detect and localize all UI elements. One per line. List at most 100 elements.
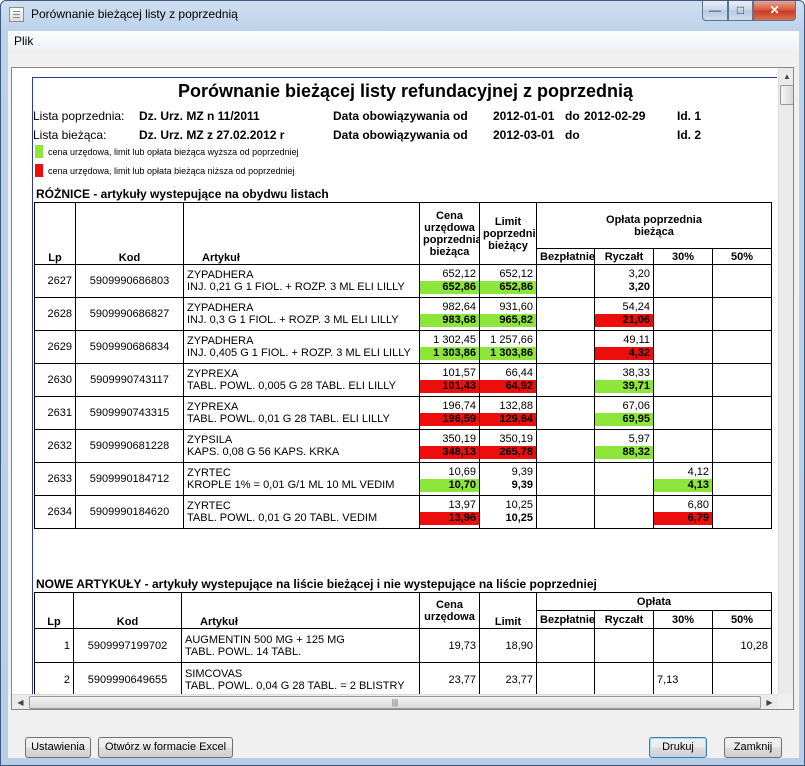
limit-cell: 18,90 <box>479 628 537 663</box>
client-area: Porównanie bieżącej listy refundacyjnej … <box>8 50 799 758</box>
lp-cell: 2631 <box>34 396 76 430</box>
cena-cell: 13,97 13,96 <box>419 495 480 529</box>
prev-list-id: Id. 1 <box>677 109 702 123</box>
p30-cell: 6,80 6,79 <box>653 495 713 529</box>
cena-cell: 652,12 652,86 <box>419 264 480 298</box>
p50-cell <box>711 462 773 496</box>
new-col-bezplatnie: Bezpłatnie <box>536 610 595 629</box>
limit-cell: 132,88 129,84 <box>479 396 537 430</box>
artykul-cell: ZYPREXA TABL. POWL. 0,01 G 28 TABL. ELI L… <box>183 396 420 430</box>
limit-curr: 1 303,86 <box>480 347 536 360</box>
cena-cell: 19,73 <box>419 628 480 663</box>
horizontal-scrollbar[interactable]: ◀ ||| ▶ <box>12 694 778 709</box>
ryczalt-prev: 38,33 <box>622 367 650 379</box>
p50-cell <box>711 396 773 430</box>
vertical-scroll-thumb[interactable] <box>780 85 793 105</box>
scrollbar-corner <box>778 694 793 709</box>
report-viewer[interactable]: Porównanie bieżącej listy refundacyjnej … <box>11 67 794 710</box>
table-row: 2632 5909990681228 ZYPSILA KAPS. 0,08 G 56 … <box>34 429 773 463</box>
artykul-cell: ZYPREXA TABL. POWL. 0,005 G 28 TABL. ELI … <box>183 363 420 397</box>
ryczalt-curr: 21,06 <box>595 314 653 327</box>
new-col-cena: Cena urzędowa <box>419 592 480 629</box>
prev-validity-label: Data obowiązywania od <box>333 109 468 123</box>
article-name: ZYPADHERA <box>187 269 254 281</box>
bezplatnie-cell <box>536 264 595 298</box>
lp-cell: 2628 <box>34 297 76 331</box>
cena-prev: 10,69 <box>448 466 476 478</box>
artykul-cell: ZYPADHERA INJ. 0,405 G 1 FIOL. + ROZP. 3 … <box>183 330 420 364</box>
vertical-scrollbar[interactable]: ▲ <box>778 68 793 694</box>
close-window-button[interactable]: ✕ <box>753 1 796 21</box>
print-button[interactable]: Drukuj <box>649 737 707 758</box>
article-name: ZYPREXA <box>187 368 239 380</box>
minimize-button[interactable]: — <box>702 1 728 21</box>
new-col-oplata: Opłata <box>535 592 773 611</box>
bezplatnie-cell <box>536 297 595 331</box>
diff-section-title: RÓŻNICE - artykuły wystepujące na obydwu… <box>36 187 329 201</box>
menu-file[interactable]: Plik <box>14 34 33 48</box>
settings-button[interactable]: Ustawienia <box>25 737 91 758</box>
cena-prev: 13,97 <box>448 499 476 511</box>
ryczalt-cell <box>594 495 654 529</box>
p50-cell <box>711 363 773 397</box>
limit-cell: 652,12 652,86 <box>479 264 537 298</box>
cena-prev: 652,12 <box>442 268 476 280</box>
prev-list-name: Dz. Urz. MZ n 11/2011 <box>139 109 260 123</box>
ryczalt-cell: 54,24 21,06 <box>594 297 654 331</box>
limit-curr: 9,39 <box>511 479 533 491</box>
horizontal-scroll-thumb[interactable]: ||| <box>29 696 761 709</box>
legend-higher-swatch <box>35 145 43 158</box>
curr-valid-from: 2012-03-01 <box>493 128 555 142</box>
p50-cell: 10,28 <box>711 628 773 663</box>
limit-curr: 265,78 <box>480 446 536 459</box>
kod-cell: 5909990686834 <box>75 330 184 364</box>
artykul-cell: SIMCOVAS TABL. POWL. 0,04 G 28 TABL. = 2 … <box>181 662 420 697</box>
limit-prev: 350,19 <box>499 433 533 445</box>
cena-cell: 101,57 101,43 <box>419 363 480 397</box>
legend-lower-text: cena urzędowa, limit lub opłata bieżąca … <box>48 166 295 176</box>
open-excel-button[interactable]: Otwórz w formacie Excel <box>98 737 233 758</box>
limit-cell: 1 257,66 1 303,86 <box>479 330 537 364</box>
prev-valid-from: 2012-01-01 <box>493 109 555 123</box>
scroll-up-icon[interactable]: ▲ <box>779 68 793 85</box>
lp-cell: 2 <box>34 662 74 697</box>
p50-cell <box>711 297 773 331</box>
bezplatnie-cell <box>536 363 595 397</box>
table-row: 2631 5909990743315 ZYPREXA TABL. POWL. 0,01… <box>34 396 773 430</box>
cena-cell: 1 302,45 1 303,86 <box>419 330 480 364</box>
ryczalt-prev: 3,20 <box>628 268 650 280</box>
cena-cell: 23,77 <box>419 662 480 697</box>
report-title: Porównanie bieżącej listy refundacyjnej … <box>177 81 634 101</box>
article-desc: TABL. POWL. 0,01 G 20 TABL. VEDIM <box>187 512 378 524</box>
cena-cell: 196,74 196,59 <box>419 396 480 430</box>
table-row: 2628 5909990686827 ZYPADHERA INJ. 0,3 G 1 F… <box>34 297 773 331</box>
kod-cell: 5909990184620 <box>75 495 184 529</box>
scroll-right-icon[interactable]: ▶ <box>761 695 778 709</box>
cena-prev: 350,19 <box>442 433 476 445</box>
maximize-button[interactable]: □ <box>728 1 753 21</box>
artykul-cell: ZYPADHERA INJ. 0,21 G 1 FIOL. + ROZP. 3 M… <box>183 264 420 298</box>
ryczalt-prev: 67,06 <box>622 400 650 412</box>
limit-cell: 23,77 <box>479 662 537 697</box>
close-button[interactable]: Zamknij <box>724 737 782 758</box>
cena-curr: 196,59 <box>420 413 479 426</box>
scroll-left-icon[interactable]: ◀ <box>12 695 29 709</box>
kod-cell: 5909990686827 <box>75 297 184 331</box>
col-bezplatnie: Bezpłatnie <box>536 248 595 265</box>
article-name: ZYPADHERA <box>187 302 254 314</box>
ryczalt-cell: 3,20 3,20 <box>594 264 654 298</box>
col-lp: Lp <box>34 202 76 265</box>
p50-cell <box>711 264 773 298</box>
lp-cell: 2630 <box>34 363 76 397</box>
article-name: ZYRTEC <box>187 500 231 512</box>
new-col-30: 30% <box>653 610 713 629</box>
cena-curr: 13,96 <box>420 512 479 525</box>
title-bar[interactable]: Porównanie bieżącej listy z poprzednią —… <box>1 1 804 31</box>
article-desc: TABL. POWL. 14 TABL. <box>185 645 302 658</box>
diff-table: Lp Kod Artykuł Cena urzędowa poprzednia … <box>34 202 773 529</box>
p50-cell <box>711 330 773 364</box>
kod-cell: 5909990681228 <box>75 429 184 463</box>
new-table: Lp Kod Artykuł Cena urzędowa Limit Opłat… <box>34 592 773 697</box>
kod-cell: 5909990743315 <box>75 396 184 430</box>
artykul-cell: ZYPADHERA INJ. 0,3 G 1 FIOL. + ROZP. 3 ML… <box>183 297 420 331</box>
